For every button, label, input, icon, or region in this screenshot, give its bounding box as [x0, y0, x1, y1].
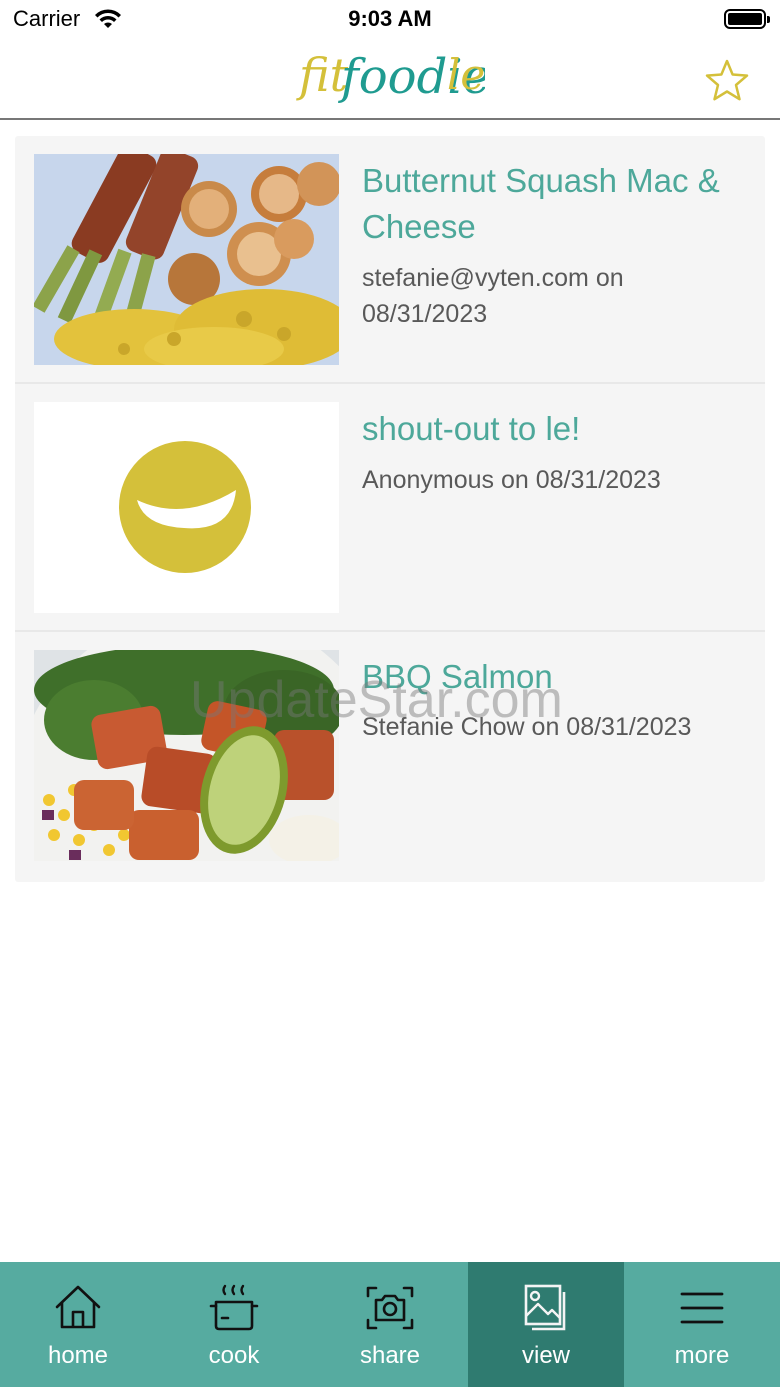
- tab-share[interactable]: share: [312, 1262, 468, 1387]
- post-meta: stefanie@vyten.com on 08/31/2023: [362, 264, 624, 328]
- bottom-tab-bar: home cook share view more: [0, 1262, 780, 1387]
- battery-icon: [724, 9, 770, 29]
- status-bar: Carrier 9:03 AM: [0, 0, 780, 40]
- list-item[interactable]: BBQ Salmon Stefanie Chow on 08/31/2023: [15, 632, 765, 878]
- logo-le: le: [447, 50, 485, 99]
- tab-home[interactable]: home: [0, 1262, 156, 1387]
- list-item[interactable]: shout-out to le! Anonymous on 08/31/2023: [15, 384, 765, 632]
- tab-label: home: [47, 1342, 109, 1369]
- tab-label: view: [521, 1342, 570, 1369]
- tab-more[interactable]: more: [624, 1262, 780, 1387]
- post-title[interactable]: BBQ Salmon: [362, 654, 747, 700]
- menu-icon: [680, 1292, 724, 1324]
- app-header: fit foodie le: [0, 40, 780, 120]
- posts-list: Butternut Squash Mac & Cheese stefanie@v…: [15, 136, 765, 882]
- post-title[interactable]: Butternut Squash Mac & Cheese: [362, 158, 747, 250]
- tab-label: share: [359, 1342, 421, 1369]
- camera-icon: [366, 1286, 414, 1330]
- post-meta: Anonymous on 08/31/2023: [362, 466, 661, 494]
- gallery-icon: [524, 1284, 566, 1331]
- salmon-avocado-bowl-photo: [34, 650, 339, 861]
- pot-icon: [209, 1284, 259, 1331]
- star-outline-icon[interactable]: [704, 58, 750, 104]
- list-item[interactable]: Butternut Squash Mac & Cheese stefanie@v…: [15, 136, 765, 384]
- app-screen: Carrier 9:03 AM fit foodie le Butternut …: [0, 0, 780, 1387]
- fitfoodiele-logo: fit foodie le: [296, 48, 485, 105]
- tab-label: more: [674, 1342, 730, 1369]
- clock: 9:03 AM: [348, 6, 432, 31]
- tab-cook[interactable]: cook: [156, 1262, 312, 1387]
- yellow-smile-logo: [34, 402, 339, 613]
- post-thumbnail: [34, 402, 339, 613]
- post-meta: Stefanie Chow on 08/31/2023: [362, 713, 692, 741]
- home-icon: [55, 1285, 101, 1329]
- post-thumbnail: [34, 650, 339, 861]
- post-title[interactable]: shout-out to le!: [362, 406, 747, 452]
- brand-logo[interactable]: fit foodie le: [0, 40, 780, 118]
- tab-view[interactable]: view: [468, 1262, 624, 1387]
- post-thumbnail: [34, 154, 339, 365]
- scallops-asparagus-mac-photo: [34, 154, 339, 365]
- tab-label: cook: [208, 1342, 260, 1369]
